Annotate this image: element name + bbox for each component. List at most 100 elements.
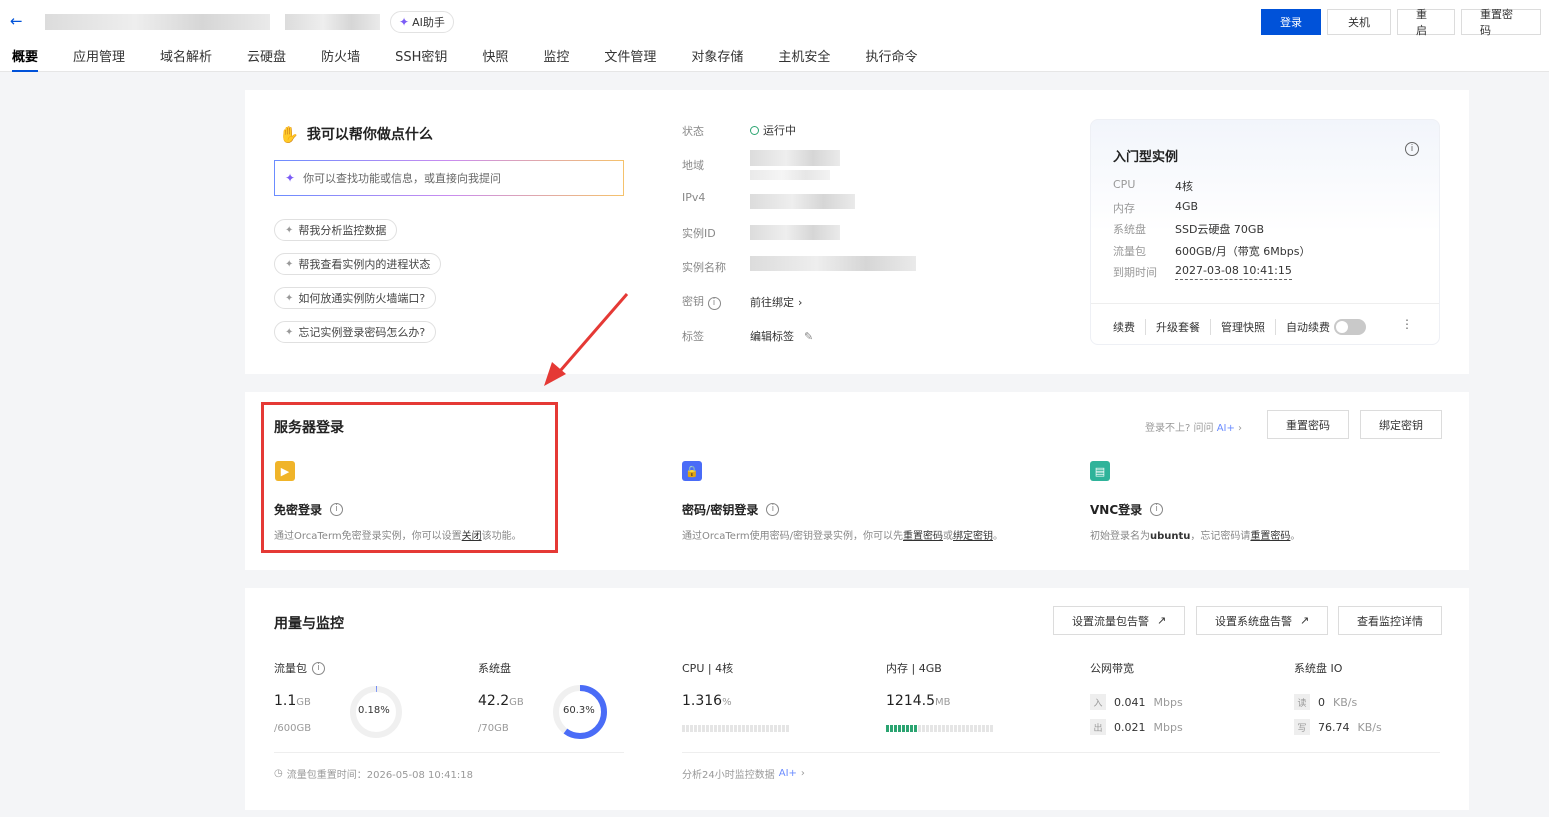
tab-file-manager[interactable]: 文件管理 bbox=[604, 46, 656, 72]
traffic-reset-time: ◷ 流量包重置时间：2026-05-08 10:41:18 bbox=[274, 768, 473, 781]
reset-password-button[interactable]: 重置密码 bbox=[1267, 410, 1349, 439]
key-label: 密钥 i bbox=[682, 293, 721, 310]
tab-object-storage[interactable]: 对象存储 bbox=[691, 46, 743, 72]
usage-bar-segment bbox=[718, 725, 721, 732]
usage-bar-segment bbox=[986, 725, 989, 732]
tags-label: 标签 bbox=[682, 330, 704, 343]
back-arrow-icon[interactable]: ← bbox=[10, 12, 23, 30]
sparkle-icon: ✦ bbox=[285, 326, 294, 338]
vnc-screen-icon: ▤ bbox=[1090, 461, 1110, 481]
usage-bar-segment bbox=[918, 725, 921, 732]
divider bbox=[682, 752, 1440, 753]
spec-row-memory: 内存 4GB bbox=[1113, 200, 1199, 215]
ai-star-icon: ✦ bbox=[285, 171, 296, 185]
ipv4-redacted bbox=[750, 194, 855, 209]
traffic-alert-button[interactable]: 设置流量包告警 ↗ bbox=[1053, 606, 1186, 635]
login-button[interactable]: 登录 bbox=[1261, 9, 1321, 35]
usage-bar-segment bbox=[750, 725, 753, 732]
auto-renew-toggle[interactable] bbox=[1334, 319, 1366, 335]
bandwidth-out: 出 0.021 Mbps bbox=[1090, 719, 1183, 735]
region-redacted bbox=[750, 150, 840, 166]
usage-bar-segment bbox=[734, 725, 737, 732]
usage-bar-segment bbox=[906, 725, 909, 732]
cpu-label: CPU | 4核 bbox=[682, 662, 734, 675]
tab-snapshots[interactable]: 快照 bbox=[482, 46, 508, 72]
restart-button[interactable]: 重启 bbox=[1397, 8, 1455, 37]
sparkle-icon: ✦ bbox=[285, 292, 294, 304]
info-icon[interactable]: i bbox=[1405, 142, 1419, 156]
instance-id-redacted bbox=[285, 14, 380, 30]
tab-overview[interactable]: 概要 bbox=[12, 46, 39, 72]
region-redacted-2 bbox=[750, 170, 830, 180]
bind-key-link[interactable]: 前往绑定 › bbox=[750, 294, 802, 310]
suggestion-chip-password[interactable]: ✦ 忘记实例登录密码怎么办? bbox=[274, 321, 437, 343]
tab-apps[interactable]: 应用管理 bbox=[73, 46, 125, 72]
monitor-details-button[interactable]: 查看监控详情 bbox=[1338, 606, 1442, 635]
info-icon: i bbox=[766, 503, 780, 516]
usage-bar-segment bbox=[942, 725, 945, 732]
instance-name-redacted bbox=[45, 14, 270, 30]
cpu-value: 1.316% bbox=[682, 693, 732, 709]
tab-dns[interactable]: 域名解析 bbox=[160, 46, 212, 72]
ai-assistant-button[interactable]: ✦ AI助手 bbox=[390, 11, 454, 33]
status-label: 状态 bbox=[682, 125, 704, 138]
tab-ssh-keys[interactable]: SSH密钥 bbox=[395, 46, 447, 72]
vnc-login-title[interactable]: VNC登录 i bbox=[1090, 501, 1164, 518]
bind-key-link[interactable]: 绑定密钥 bbox=[953, 531, 993, 542]
edit-tags-link[interactable]: 编辑标签 ✎ bbox=[750, 328, 813, 344]
usage-bar-segment bbox=[922, 725, 925, 732]
helper-title: ✋ 我可以帮你做点什么 bbox=[279, 124, 433, 144]
manage-snapshots-link[interactable]: 管理快照 bbox=[1221, 319, 1276, 335]
usage-bar-segment bbox=[710, 725, 713, 732]
disk-total: /70GB bbox=[478, 723, 509, 734]
reset-password-link[interactable]: 重置密码 bbox=[903, 531, 943, 542]
chevron-right-icon: › bbox=[800, 768, 805, 779]
usage-bar-segment bbox=[682, 725, 685, 732]
traffic-label: 流量包 i bbox=[274, 660, 325, 676]
spec-title: 入门型实例 bbox=[1113, 150, 1179, 165]
disk-io-write: 写 76.74 KB/s bbox=[1294, 719, 1382, 735]
usage-bar-segment bbox=[706, 725, 709, 732]
suggestion-chip-monitor[interactable]: ✦ 帮我分析监控数据 bbox=[274, 219, 398, 241]
renew-link[interactable]: 续费 bbox=[1113, 319, 1146, 335]
usage-bar-segment bbox=[954, 725, 957, 732]
more-dots-icon[interactable]: ⋮ bbox=[1401, 317, 1413, 331]
usage-bar-segment bbox=[694, 725, 697, 732]
usage-bar-segment bbox=[686, 725, 689, 732]
tab-firewall[interactable]: 防火墙 bbox=[321, 46, 360, 72]
password-login-title[interactable]: 密码/密钥登录 i bbox=[682, 501, 780, 518]
ai-question-input[interactable]: ✦ 你可以查找功能或信息，或直接向我提问 bbox=[274, 160, 624, 196]
usage-bar-segment bbox=[946, 725, 949, 732]
usage-bar-segment bbox=[690, 725, 693, 732]
tab-host-security[interactable]: 主机安全 bbox=[778, 46, 830, 72]
spec-row-cpu: CPU 4核 bbox=[1113, 178, 1193, 193]
info-icon: i bbox=[707, 297, 721, 310]
bind-key-button[interactable]: 绑定密钥 bbox=[1360, 410, 1442, 439]
suggestion-chip-firewall[interactable]: ✦ 如何放通实例防火墙端口? bbox=[274, 287, 437, 309]
tab-bar: 概要 应用管理 域名解析 云硬盘 防火墙 SSH密钥 快照 监控 文件管理 对象… bbox=[12, 46, 952, 72]
tab-monitoring[interactable]: 监控 bbox=[543, 46, 569, 72]
instance-name-value-redacted bbox=[750, 256, 916, 271]
login-help-link[interactable]: 登录不上? 问问 AI+ › bbox=[1145, 419, 1242, 434]
traffic-percent: 0.18% bbox=[358, 705, 390, 716]
analyze-monitor-link[interactable]: 分析24小时监控数据 AI+ › bbox=[682, 766, 805, 781]
usage-bar-segment bbox=[926, 725, 929, 732]
disk-percent: 60.3% bbox=[563, 705, 595, 716]
tab-run-command[interactable]: 执行命令 bbox=[865, 46, 917, 72]
reset-password-link[interactable]: 重置密码 bbox=[1250, 531, 1290, 542]
status-value: 运行中 bbox=[750, 122, 796, 138]
usage-bar-segment bbox=[738, 725, 741, 732]
reset-password-button[interactable]: 重置密码 bbox=[1461, 8, 1541, 37]
suggestion-chip-process[interactable]: ✦ 帮我查看实例内的进程状态 bbox=[274, 253, 442, 275]
upgrade-link[interactable]: 升级套餐 bbox=[1156, 319, 1211, 335]
waving-hand-icon: ✋ bbox=[279, 124, 299, 144]
disk-alert-button[interactable]: 设置系统盘告警 ↗ bbox=[1196, 606, 1329, 635]
red-arrow-annotation bbox=[544, 293, 629, 386]
memory-label: 内存 | 4GB bbox=[886, 662, 942, 675]
bandwidth-label: 公网带宽 bbox=[1090, 662, 1134, 675]
shutdown-button[interactable]: 关机 bbox=[1327, 9, 1391, 35]
usage-bar-segment bbox=[978, 725, 981, 732]
tab-cloud-disk[interactable]: 云硬盘 bbox=[247, 46, 286, 72]
usage-bar-segment bbox=[974, 725, 977, 732]
usage-bar-segment bbox=[770, 725, 773, 732]
